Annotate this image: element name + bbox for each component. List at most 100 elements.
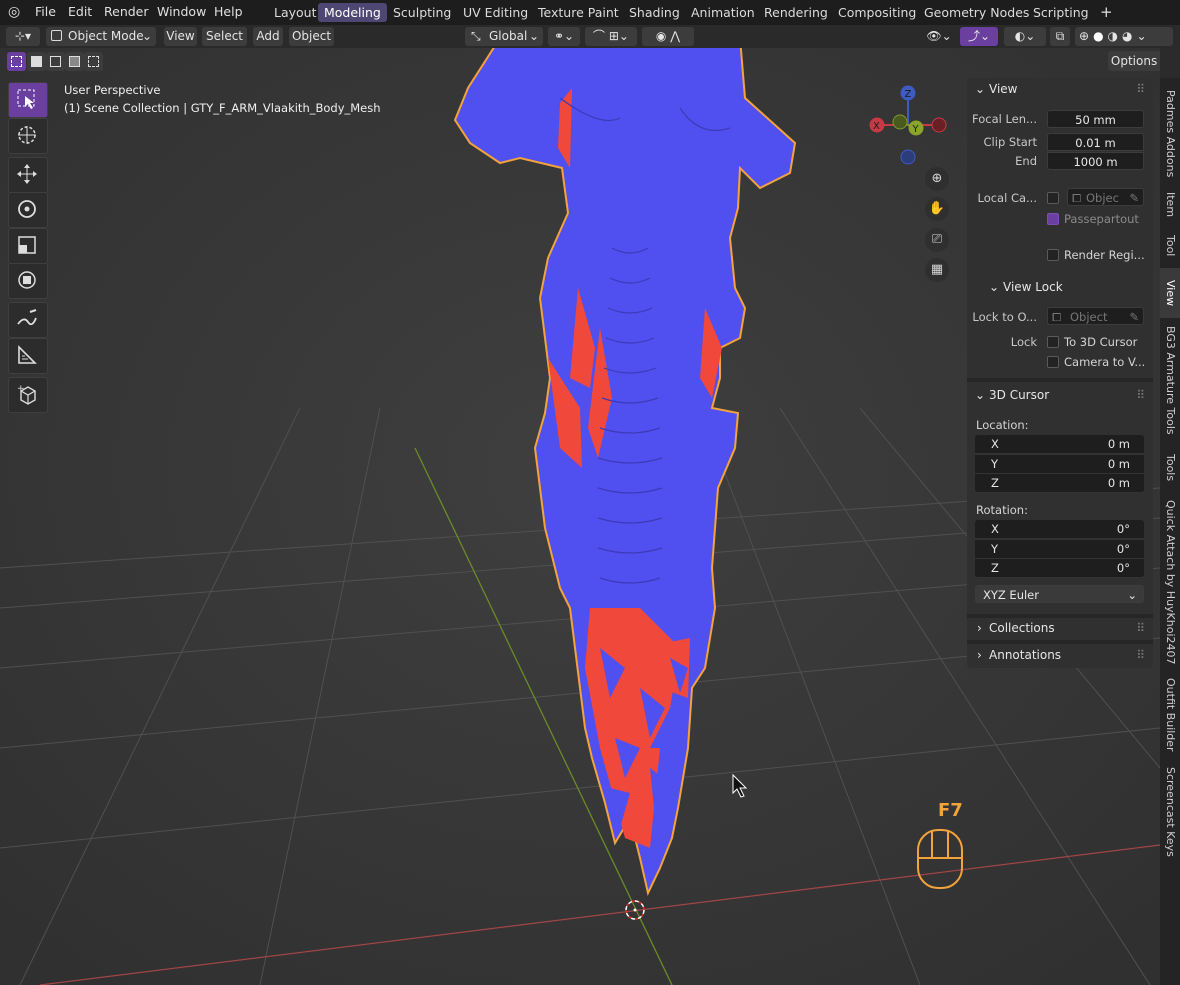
proportional-edit-button[interactable]: ◉ ⋀ [642, 27, 694, 46]
axis-value: 0° [1116, 541, 1130, 556]
overlay-toggle-button[interactable]: ◐⌄ [1004, 27, 1046, 46]
measure-tool[interactable] [8, 338, 48, 374]
tab-quick-attach-by-huykhoi2407[interactable]: Quick Attach by HuyKhoi2407 [1160, 496, 1180, 668]
workspace-tab-rendering[interactable]: Rendering [758, 3, 834, 22]
menu-render[interactable]: Render [104, 3, 149, 21]
visibility-button[interactable]: 👁⌄ [922, 27, 956, 46]
lock-to-3d-cursor-checkbox[interactable] [1047, 336, 1059, 348]
move-tool[interactable] [8, 157, 48, 193]
shading-mode-buttons[interactable]: ⊕●◑◕⌄ [1075, 27, 1173, 46]
drag-handle-icon[interactable]: ⠿ [1136, 78, 1145, 100]
add-cube-tool[interactable]: + [8, 377, 48, 413]
add-menu[interactable]: Add [253, 27, 283, 46]
render-region-checkbox[interactable] [1047, 249, 1059, 261]
zoom-icon[interactable]: ⊕ [925, 167, 949, 191]
tab-item[interactable]: Item [1160, 186, 1180, 224]
drag-handle-icon[interactable]: ⠿ [1136, 617, 1145, 639]
location-x-field[interactable]: X 0 m [975, 435, 1144, 454]
add-workspace-button[interactable]: + [1100, 3, 1113, 21]
scale-tool[interactable] [8, 228, 48, 264]
rotation-mode-dropdown[interactable]: XYZ Euler ⌄ [975, 585, 1144, 603]
pan-hand-icon[interactable]: ✋ [925, 197, 949, 221]
options-dropdown[interactable]: Options ⌄ [1108, 51, 1160, 71]
select-intersect-button[interactable] [84, 52, 103, 71]
location-z-field[interactable]: Z 0 m [975, 474, 1144, 493]
lock-to-object-field[interactable]: ⧠ Object ✎ [1047, 307, 1144, 325]
menu-window[interactable]: Window [157, 3, 206, 21]
gizmo-x-negative[interactable] [931, 117, 947, 133]
tab-tools[interactable]: Tools [1160, 442, 1180, 494]
focal-length-field[interactable]: 50 mm [1047, 110, 1144, 128]
local-camera-checkbox[interactable] [1047, 192, 1059, 204]
rotation-label: Rotation: [976, 503, 1028, 517]
menu-help[interactable]: Help [214, 3, 243, 21]
pivot-point-button[interactable]: ⚭⌄ [548, 27, 580, 46]
drag-handle-icon[interactable]: ⠿ [1136, 644, 1145, 666]
clip-end-field[interactable]: 1000 m [1047, 152, 1144, 170]
transform-tool[interactable] [8, 263, 48, 299]
select-invert-button[interactable] [65, 52, 84, 71]
workspace-tab-scripting[interactable]: Scripting [1027, 3, 1095, 22]
location-y-field[interactable]: Y 0 m [975, 454, 1144, 474]
cursor-tool[interactable] [8, 118, 48, 154]
select-mode-buttons [7, 52, 103, 71]
workspace-tab-sculpting[interactable]: Sculpting [387, 3, 457, 22]
workspace-tab-animation[interactable]: Animation [685, 3, 761, 22]
local-camera-label: Local Ca... [977, 191, 1037, 205]
tab-outfit-builder[interactable]: Outfit Builder [1160, 670, 1180, 760]
grid-perspective-icon[interactable]: ▦ [925, 258, 949, 282]
rotation-z-field[interactable]: Z 0° [975, 559, 1144, 578]
view-section-header[interactable]: ⌄ View ⠿ [967, 78, 1153, 100]
tab-screencast-keys[interactable]: Screencast Keys [1160, 762, 1180, 862]
workspace-tab-texture-paint[interactable]: Texture Paint [532, 3, 625, 22]
mode-label: Object Mode [68, 29, 144, 43]
annotations-section-header[interactable]: › Annotations ⠿ [967, 644, 1153, 666]
workspace-tab-geometry-nodes[interactable]: Geometry Nodes [918, 3, 1035, 22]
view-menu[interactable]: View [164, 27, 197, 46]
axis-label: Z [991, 561, 999, 575]
tab-tool[interactable]: Tool [1160, 226, 1180, 266]
tab-bg3-armature-tools[interactable]: BG3 Armature Tools [1160, 320, 1180, 440]
object-menu[interactable]: Object [289, 27, 334, 46]
drag-handle-icon[interactable]: ⠿ [1136, 384, 1145, 406]
snap-button[interactable]: ⌒ ⊞⌄ [585, 27, 637, 46]
gizmo-toggle-button[interactable]: ⤴⌄ [960, 27, 998, 46]
transform-orientation-dropdown[interactable]: ⤡ Global ⌄ [465, 27, 543, 46]
select-subtract-button[interactable] [46, 52, 65, 71]
rotation-x-field[interactable]: X 0° [975, 520, 1144, 539]
rotate-tool[interactable] [8, 192, 48, 228]
camera-icon[interactable]: ⎚ [925, 228, 949, 252]
local-camera-field[interactable]: ⧠ Objec ✎ [1067, 188, 1144, 206]
tab-view[interactable]: View [1160, 268, 1180, 318]
menu-file[interactable]: File [35, 3, 56, 21]
blender-logo-icon[interactable]: ◎ [8, 3, 20, 21]
select-extend-button[interactable] [27, 52, 46, 71]
workspace-tab-layout[interactable]: Layout [268, 3, 323, 22]
workspace-tab-uv-editing[interactable]: UV Editing [457, 3, 534, 22]
menu-edit[interactable]: Edit [68, 3, 92, 21]
add-cube-icon: + [17, 384, 36, 405]
camera-to-view-label: Camera to V... [1064, 355, 1146, 369]
select-box-tool[interactable] [8, 82, 48, 118]
passepartout-checkbox[interactable] [1047, 213, 1059, 225]
view-lock-section-header[interactable]: ⌄ View Lock [967, 276, 1153, 298]
rotation-y-field[interactable]: Y 0° [975, 539, 1144, 559]
mode-dropdown[interactable]: Object Mode ⌄ [46, 27, 156, 46]
editor-type-button[interactable]: ⊹▾ [6, 27, 40, 46]
clip-start-field[interactable]: 0.01 m [1047, 133, 1144, 151]
camera-to-view-checkbox[interactable] [1047, 356, 1059, 368]
select-new-button[interactable] [7, 52, 26, 71]
workspace-tab-shading[interactable]: Shading [623, 3, 686, 22]
eyedropper-icon[interactable]: ✎ [1129, 189, 1139, 207]
workspace-tab-compositing[interactable]: Compositing [832, 3, 922, 22]
tab-padmes-addons[interactable]: Padmes Addons [1160, 84, 1180, 184]
gizmo-y-negative[interactable] [892, 114, 908, 130]
gizmo-z-negative[interactable] [900, 149, 916, 165]
collections-section-header[interactable]: › Collections ⠿ [967, 617, 1153, 639]
xray-toggle-button[interactable]: ⧉ [1050, 27, 1070, 46]
select-menu[interactable]: Select [202, 27, 247, 46]
annotate-tool[interactable] [8, 302, 48, 338]
workspace-tab-modeling[interactable]: Modeling [318, 3, 387, 22]
eyedropper-icon[interactable]: ✎ [1129, 308, 1139, 326]
3d-cursor-section-header[interactable]: ⌄ 3D Cursor ⠿ [967, 384, 1153, 406]
